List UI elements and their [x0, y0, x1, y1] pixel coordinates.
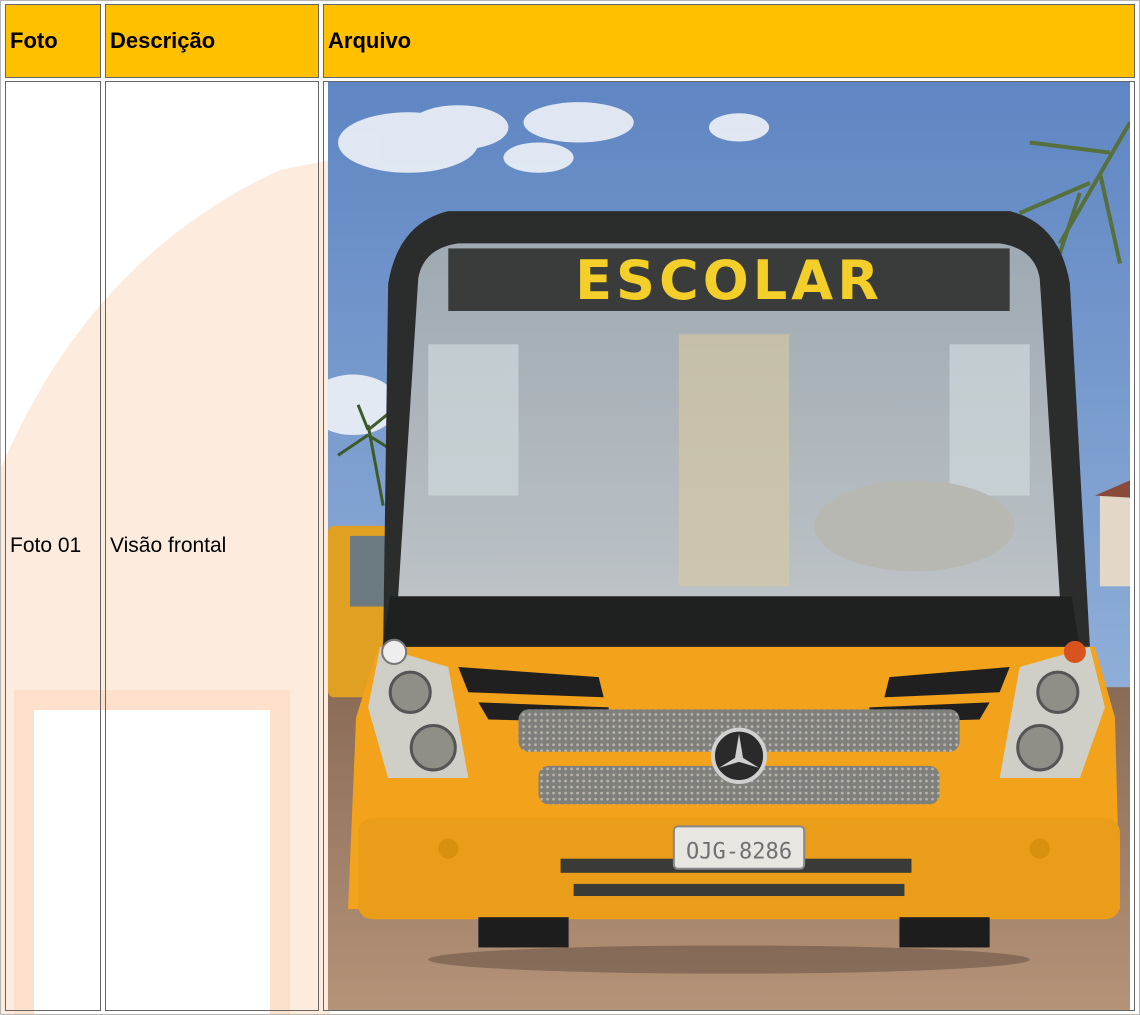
sign-text: ESCOLAR [575, 249, 883, 312]
table-row: Foto 01 Visão frontal ESCOLAR OJG-8286 [5, 81, 1135, 1011]
description-cell: Visão frontal [105, 81, 319, 1011]
header-foto: Foto [5, 4, 101, 78]
header-descricao: Descrição [105, 4, 319, 78]
file-cell: ESCOLAR OJG-8286 [323, 81, 1135, 1011]
school-bus-photo[interactable]: ESCOLAR OJG-8286 [328, 82, 1130, 1010]
photo-number-cell: Foto 01 [5, 81, 101, 1011]
header-row: Foto Descrição Arquivo [5, 4, 1135, 78]
license-plate-text: OJG-8286 [686, 839, 792, 865]
header-arquivo: Arquivo [323, 4, 1135, 78]
photo-table: Foto Descrição Arquivo Foto 01 Visão fro… [0, 0, 1140, 1015]
